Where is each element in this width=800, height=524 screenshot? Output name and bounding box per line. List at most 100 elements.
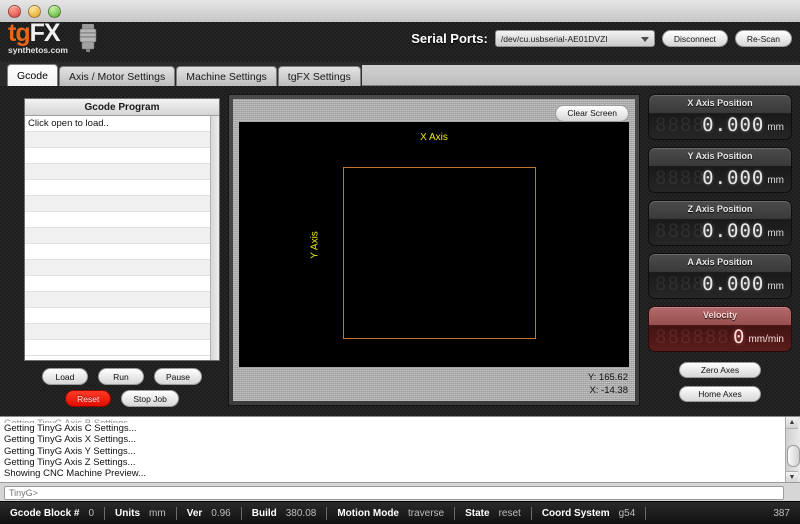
gcode-row[interactable] <box>25 340 219 356</box>
readout-value-row: 0.000 mm <box>702 168 784 188</box>
zero-axes-button[interactable]: Zero Axes <box>679 362 761 378</box>
gcode-row[interactable] <box>25 180 219 196</box>
disconnect-button[interactable]: Disconnect <box>661 30 728 47</box>
status-field: Units mm <box>105 508 176 519</box>
readout-ghost-segments: 8888 <box>655 273 705 295</box>
minimize-window-button[interactable] <box>28 4 41 18</box>
gcode-row[interactable] <box>25 292 219 308</box>
run-button[interactable]: Run <box>97 368 144 385</box>
tab-tgfx-settings[interactable]: tgFX Settings <box>277 66 361 86</box>
load-button[interactable]: Load <box>41 368 88 385</box>
status-field: State reset <box>455 508 531 519</box>
gcode-row[interactable] <box>25 164 219 180</box>
status-field-value: 0.96 <box>211 507 231 519</box>
readout-value-row: 0.000 mm <box>702 221 784 241</box>
main-content: Gcode Program Click open to load.. Load R… <box>0 86 800 416</box>
tab-bar-filler <box>361 65 800 86</box>
reset-button[interactable]: Reset <box>65 390 112 407</box>
gcode-row[interactable] <box>25 228 219 244</box>
console-line: Getting TinyG Axis Z Settings... <box>4 456 136 468</box>
console-scrollbar[interactable]: ▲ ▼ <box>785 417 800 483</box>
readout-y: Y: 165.62 <box>587 372 628 383</box>
gcode-row[interactable] <box>25 324 219 340</box>
gcode-row[interactable] <box>25 244 219 260</box>
readout-unit: mm <box>767 228 784 239</box>
logo-subtitle: synthetos.com <box>8 45 68 55</box>
velocity-readout: Velocity 888888 0 mm/min <box>648 306 792 352</box>
axis-readout-z: Z Axis Position 8888 0.000 mm <box>648 200 792 246</box>
gcode-row[interactable] <box>25 132 219 148</box>
gcode-row[interactable] <box>25 260 219 276</box>
work-envelope-outline <box>343 167 536 339</box>
logo-fx-text: FX <box>29 19 61 47</box>
home-axes-button[interactable]: Home Axes <box>679 386 761 402</box>
gcode-row[interactable] <box>25 196 219 212</box>
console-scroll-thumb[interactable] <box>787 445 800 467</box>
console-log-panel: Getting TinyG Axis B Settings...Getting … <box>0 416 800 483</box>
status-counter: 387 <box>763 508 800 519</box>
readout-value: 0 <box>732 326 746 348</box>
console-log-lines: Getting TinyG Axis B Settings...Getting … <box>4 418 784 482</box>
readout-unit: mm <box>767 122 784 133</box>
axis-readout-a: A Axis Position 8888 0.000 mm <box>648 253 792 299</box>
gcode-row[interactable] <box>25 308 219 324</box>
status-field: Ver 0.96 <box>177 508 241 519</box>
stop-job-button[interactable]: Stop Job <box>121 390 179 407</box>
app-logo: tgFX synthetos.com <box>8 20 68 55</box>
scroll-up-icon[interactable]: ▲ <box>786 417 798 429</box>
gcode-row[interactable]: Click open to load.. <box>25 116 219 132</box>
close-window-button[interactable] <box>8 4 21 18</box>
tinyg-command-input[interactable] <box>4 486 784 500</box>
tab-gcode[interactable]: Gcode <box>7 64 58 86</box>
status-field: Build 380.08 <box>242 508 327 519</box>
readout-ghost-segments: 8888 <box>655 167 705 189</box>
status-field-key: Motion Mode <box>337 507 399 519</box>
readout-title: Z Axis Position <box>687 204 753 214</box>
tab-axis-motor-settings[interactable]: Axis / Motor Settings <box>58 66 176 86</box>
gcode-row[interactable] <box>25 276 219 292</box>
pause-button[interactable]: Pause <box>153 368 203 385</box>
gcode-row[interactable] <box>25 212 219 228</box>
command-input-bar <box>0 482 800 503</box>
clear-screen-wrap: Clear Screen <box>555 103 629 122</box>
status-field-value: reset <box>498 507 521 519</box>
window-controls <box>8 4 61 18</box>
cnc-preview-panel: Clear Screen X Axis Y Axis Y: 165.62 X: … <box>228 94 640 406</box>
readout-value-row: 0.000 mm <box>702 274 784 294</box>
chevron-down-icon <box>640 37 649 42</box>
status-field-value: mm <box>149 507 166 519</box>
clear-screen-button[interactable]: Clear Screen <box>555 104 629 122</box>
status-counter-value: 387 <box>773 507 790 519</box>
cursor-coordinate-readout: Y: 165.62 X: -14.38 <box>588 371 628 397</box>
zoom-window-button[interactable] <box>48 4 61 18</box>
status-field-key: Coord System <box>541 507 610 519</box>
gcode-program-list[interactable]: Click open to load.. <box>25 116 219 356</box>
status-field-key: Units <box>115 507 141 519</box>
readout-unit: mm <box>767 175 784 186</box>
rescan-button[interactable]: Re-Scan <box>734 30 792 47</box>
readout-unit: mm/min <box>748 334 784 345</box>
status-field: Motion Mode traverse <box>327 508 454 519</box>
readout-value: 0.000 <box>702 114 765 136</box>
readout-title: Velocity <box>702 310 738 320</box>
console-line: Getting TinyG Axis X Settings... <box>4 434 137 446</box>
digital-readout-column: X Axis Position 8888 0.000 mm Y Axis Positio… <box>648 94 792 408</box>
gcode-row[interactable] <box>25 148 219 164</box>
stepper-motor-icon <box>79 24 97 52</box>
readout-x: X: -14.38 <box>589 385 628 396</box>
gcode-action-buttons: Load Run Pause Reset Stop Job <box>24 368 220 412</box>
gcode-program-panel: Gcode Program Click open to load.. <box>24 98 220 361</box>
axis-readout-x: X Axis Position 8888 0.000 mm <box>648 94 792 140</box>
y-axis-label: Y Axis <box>309 230 321 259</box>
tab-bar: Gcode Axis / Motor Settings Machine Settin… <box>0 62 800 87</box>
status-separator <box>645 506 647 520</box>
axis-readout-y: Y Axis Position 8888 0.000 mm <box>648 147 792 193</box>
gcode-scrollbar[interactable] <box>210 116 219 360</box>
app-header: tgFX synthetos.com Serial Ports: /dev/cu… <box>0 20 800 62</box>
readout-value: 0.000 <box>702 167 765 189</box>
serial-port-value: /dev/cu.usbserial-AE01DVZI <box>500 33 608 44</box>
cnc-preview-canvas[interactable]: X Axis Y Axis <box>239 122 629 367</box>
readout-title: A Axis Position <box>687 257 753 267</box>
tab-machine-settings[interactable]: Machine Settings <box>176 66 277 86</box>
serial-port-dropdown[interactable]: /dev/cu.usbserial-AE01DVZI <box>494 30 655 47</box>
